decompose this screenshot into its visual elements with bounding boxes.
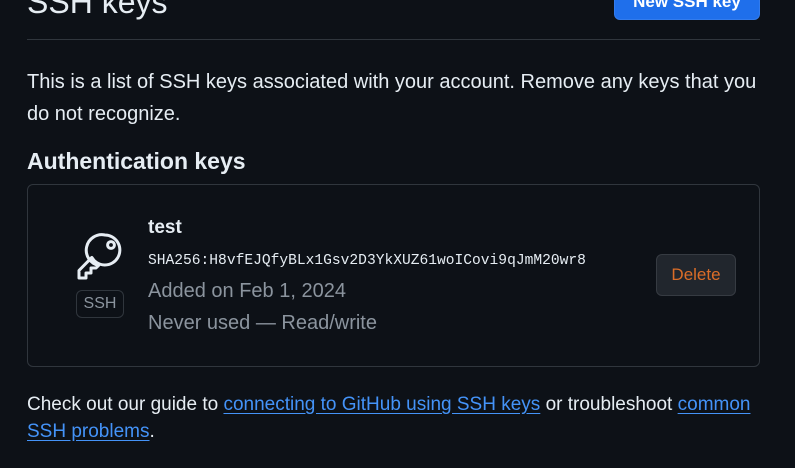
footer-suffix: .: [149, 421, 155, 442]
key-usage: Never used — Read/write: [148, 312, 377, 334]
page-title: SSH keys: [27, 0, 168, 20]
section-heading: Authentication keys: [27, 148, 246, 174]
footer-middle: or troubleshoot: [540, 394, 678, 415]
new-ssh-key-button[interactable]: New SSH key: [614, 0, 760, 20]
key-fingerprint: SHA256:H8vfEJQfyBLx1Gsv2D3YkXUZ61woICovi…: [148, 253, 586, 269]
ssh-key-item: SSH test SHA256:H8vfEJQfyBLx1Gsv2D3YkXUZ…: [27, 184, 760, 367]
delete-key-button[interactable]: Delete: [656, 254, 736, 296]
help-footer: Check out our guide to connecting to Git…: [27, 391, 767, 445]
ssh-type-badge: SSH: [76, 290, 124, 318]
intro-text: This is a list of SSH keys associated wi…: [27, 71, 757, 125]
key-title: test: [148, 217, 182, 238]
key-icon: [77, 233, 122, 280]
connecting-guide-link[interactable]: connecting to GitHub using SSH keys: [223, 394, 540, 415]
key-added-date: Added on Feb 1, 2024: [148, 280, 346, 302]
ssh-keys-page: SSH keys New SSH key This is a list of S…: [0, 0, 795, 468]
divider: [27, 39, 760, 40]
footer-prefix: Check out our guide to: [27, 394, 224, 415]
